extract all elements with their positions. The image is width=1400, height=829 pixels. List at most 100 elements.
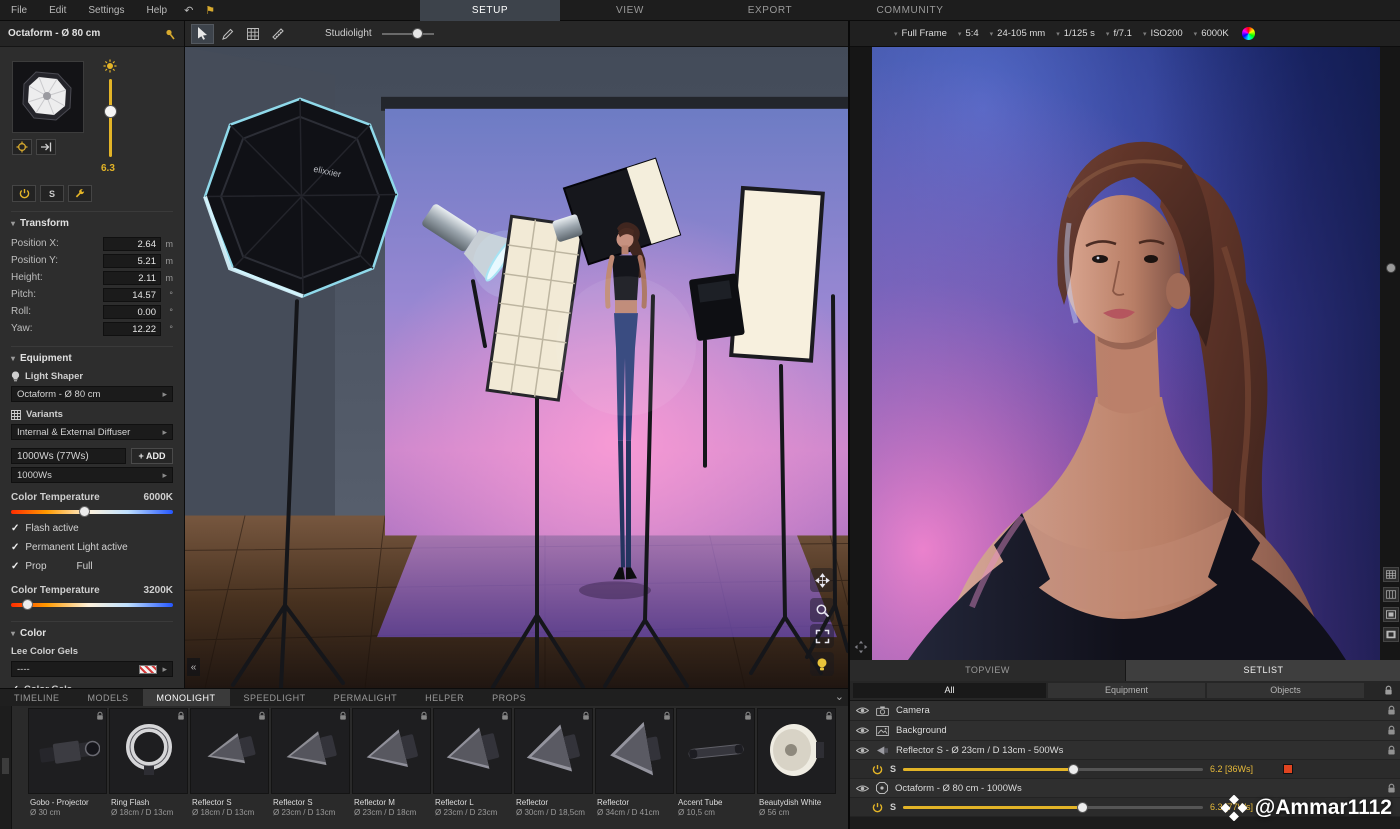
iso-dropdown[interactable]: ISO200 — [1150, 28, 1182, 39]
lock-icon[interactable] — [1387, 745, 1396, 756]
reflector-intensity-slider[interactable] — [903, 763, 1204, 775]
strip-scroll-handle[interactable] — [2, 758, 9, 774]
height-field[interactable]: 2.11 — [103, 270, 161, 285]
lee-gels-dropdown[interactable]: ---- ▸ — [11, 661, 173, 677]
camera-view[interactable] — [850, 47, 1400, 660]
filter-equipment[interactable]: Equipment — [1048, 683, 1205, 698]
camera-scroll-handle[interactable] — [1386, 263, 1396, 273]
gel-color-swatch[interactable] — [1283, 764, 1294, 774]
equipment-card-reflector-m[interactable]: Reflector M Ø 23cm / D 18cm — [352, 708, 431, 829]
move-view-button[interactable] — [810, 568, 834, 592]
overlay-thirds-button[interactable] — [1383, 587, 1399, 602]
power-icon[interactable] — [872, 802, 883, 813]
studio-3d-viewport[interactable]: elixxier « — [185, 47, 848, 688]
setlist-row-reflector[interactable]: Reflector S - Ø 23cm / D 13cm - 500Ws — [850, 741, 1400, 760]
tab-export[interactable]: EXPORT — [700, 0, 840, 21]
menu-file[interactable]: File — [0, 5, 38, 16]
pin-icon[interactable] — [164, 28, 176, 40]
transform-header[interactable]: ▾ Transform — [11, 218, 173, 229]
light-intensity-slider[interactable]: 6.3 — [97, 57, 123, 183]
aperture-dropdown[interactable]: f/7.1 — [1113, 28, 1132, 39]
studiolight-toggle-button[interactable] — [810, 652, 834, 676]
aim-forward-button[interactable] — [36, 139, 56, 155]
pan-view-icon[interactable] — [854, 640, 868, 654]
overlay-mask-button[interactable] — [1383, 627, 1399, 642]
tab-models[interactable]: MODELS — [74, 689, 143, 707]
lock-all-icon[interactable] — [1384, 685, 1393, 696]
menu-help[interactable]: Help — [136, 5, 179, 16]
collapse-strip-icon[interactable]: ⌄ — [835, 689, 844, 705]
menu-settings[interactable]: Settings — [77, 5, 135, 16]
tab-permalight[interactable]: PERMALIGHT — [320, 689, 412, 707]
prop-row[interactable]: ✓ Prop Full — [11, 557, 173, 576]
sensor-format-dropdown[interactable]: Full Frame — [902, 28, 947, 39]
position-x-field[interactable]: 2.64 — [103, 236, 161, 251]
equipment-card-reflector-l[interactable]: Reflector L Ø 23cm / D 23cm — [433, 708, 512, 829]
equipment-card-accent-tube[interactable]: Accent Tube Ø 10,5 cm — [676, 708, 755, 829]
tab-view[interactable]: VIEW — [560, 0, 700, 21]
lens-dropdown[interactable]: 24-105 mm — [997, 28, 1045, 39]
aspect-ratio-dropdown[interactable]: 5:4 — [965, 28, 978, 39]
pitch-field[interactable]: 14.57 — [103, 287, 161, 302]
setlist-row-background[interactable]: Background — [850, 721, 1400, 741]
equipment-card-reflector-34[interactable]: Reflector Ø 34cm / D 41cm — [595, 708, 674, 829]
solo-button[interactable]: S — [890, 802, 896, 812]
lock-icon[interactable] — [1387, 783, 1396, 794]
flag-icon[interactable]: ⚑ — [199, 4, 221, 17]
permanent-light-row[interactable]: ✓ Permanent Light active — [11, 538, 173, 557]
eye-icon[interactable] — [856, 784, 869, 793]
filter-all[interactable]: All — [853, 683, 1046, 698]
overlay-frame-button[interactable] — [1383, 607, 1399, 622]
equipment-card-ring-flash[interactable]: Ring Flash Ø 18cm / D 13cm — [109, 708, 188, 829]
aim-target-button[interactable] — [12, 139, 32, 155]
light-solo-button[interactable]: S — [40, 185, 64, 202]
color-wheel-icon[interactable] — [1241, 27, 1255, 40]
filter-objects[interactable]: Objects — [1207, 683, 1364, 698]
grid-tool-button[interactable] — [241, 24, 264, 44]
power-icon[interactable] — [872, 764, 883, 775]
tab-timeline[interactable]: TIMELINE — [0, 689, 74, 707]
studiolight-slider-handle[interactable] — [411, 27, 423, 39]
light-power-button[interactable] — [12, 185, 36, 202]
equipment-card-reflector-s[interactable]: Reflector S Ø 18cm / D 13cm — [190, 708, 269, 829]
add-watt-button[interactable]: + ADD — [131, 448, 173, 464]
tab-setup[interactable]: SETUP — [420, 0, 560, 21]
setlist-row-camera[interactable]: Camera — [850, 701, 1400, 721]
watt-dropdown[interactable]: 1000Ws ▸ — [11, 467, 173, 483]
color-header[interactable]: ▾ Color — [11, 628, 173, 639]
intensity-slider-handle[interactable] — [104, 105, 117, 118]
flash-color-temp-slider[interactable] — [11, 506, 173, 519]
measure-tool-button[interactable] — [266, 24, 289, 44]
octaform-intensity-slider[interactable] — [903, 801, 1204, 813]
tab-topview[interactable]: TOPVIEW — [850, 660, 1126, 681]
position-y-field[interactable]: 5.21 — [103, 253, 161, 268]
lock-icon[interactable] — [1387, 725, 1396, 736]
eye-icon[interactable] — [856, 706, 869, 715]
shutter-speed-dropdown[interactable]: 1/125 s — [1064, 28, 1095, 39]
equipment-card-reflector-s2[interactable]: Reflector S Ø 23cm / D 13cm — [271, 708, 350, 829]
draw-tool-button[interactable] — [216, 24, 239, 44]
flash-active-row[interactable]: ✓ Flash active — [11, 519, 173, 538]
permanent-color-temp-slider[interactable] — [11, 599, 173, 612]
menu-edit[interactable]: Edit — [38, 5, 77, 16]
lock-icon[interactable] — [1387, 705, 1396, 716]
tab-setlist[interactable]: SETLIST — [1126, 660, 1400, 681]
roll-field[interactable]: 0.00 — [103, 304, 161, 319]
fit-view-button[interactable] — [810, 624, 834, 648]
light-tools-button[interactable] — [68, 185, 92, 202]
variants-dropdown[interactable]: Internal & External Diffuser ▸ — [11, 424, 173, 440]
white-balance-dropdown[interactable]: 6000K — [1201, 28, 1228, 39]
tab-speedlight[interactable]: SPEEDLIGHT — [230, 689, 320, 707]
select-tool-button[interactable] — [191, 23, 214, 44]
strip-scroll-rail[interactable] — [0, 706, 12, 829]
light-shaper-dropdown[interactable]: Octaform - Ø 80 cm ▸ — [11, 386, 173, 402]
undo-icon[interactable]: ↶ — [178, 4, 199, 17]
yaw-field[interactable]: 12.22 — [103, 321, 161, 336]
solo-button[interactable]: S — [890, 764, 896, 774]
eye-icon[interactable] — [856, 746, 869, 755]
tab-helper[interactable]: HELPER — [411, 689, 478, 707]
equipment-card-gobo-projector[interactable]: Gobo - Projector Ø 30 cm — [28, 708, 107, 829]
equipment-header[interactable]: ▾ Equipment — [11, 353, 173, 364]
kelvin-slider-handle[interactable] — [22, 599, 34, 610]
collapse-panel-button[interactable]: « — [187, 658, 200, 676]
